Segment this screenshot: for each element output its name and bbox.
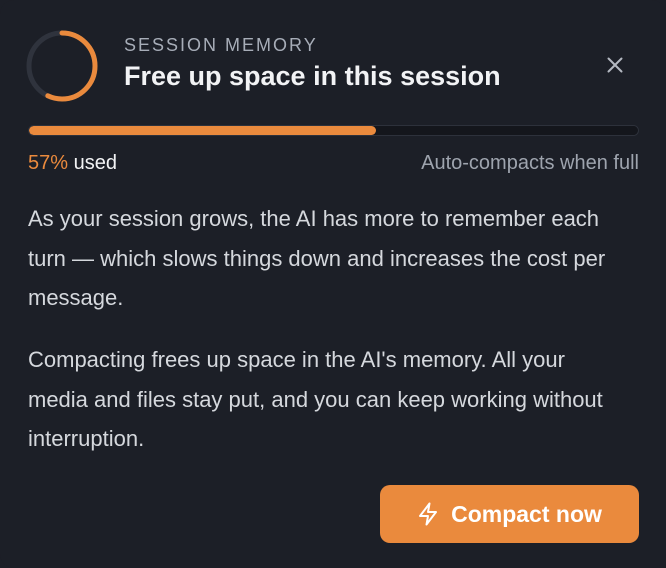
panel-title: Free up space in this session: [124, 61, 501, 91]
description-paragraph-2: Compacting frees up space in the AI's me…: [28, 347, 603, 451]
usage-percent: 57%: [28, 152, 69, 174]
usage-suffix: used: [68, 152, 117, 174]
compact-now-label: Compact now: [451, 500, 602, 527]
usage-progress-bar: [28, 125, 639, 136]
compact-now-button[interactable]: Compact now: [380, 485, 639, 543]
close-icon: [607, 57, 623, 73]
session-memory-panel: SESSION MEMORY Free up space in this ses…: [0, 0, 666, 568]
auto-compact-note: Auto-compacts when full: [421, 152, 639, 174]
close-button[interactable]: [600, 50, 630, 80]
description-paragraph-1: As your session grows, the AI has more t…: [28, 206, 606, 310]
usage-progress-fill: [29, 126, 377, 135]
section-eyebrow: SESSION MEMORY: [124, 35, 318, 55]
usage-label: 57% used: [28, 152, 117, 175]
usage-ring-icon: [26, 30, 98, 102]
lightning-bolt-icon: [417, 502, 439, 526]
